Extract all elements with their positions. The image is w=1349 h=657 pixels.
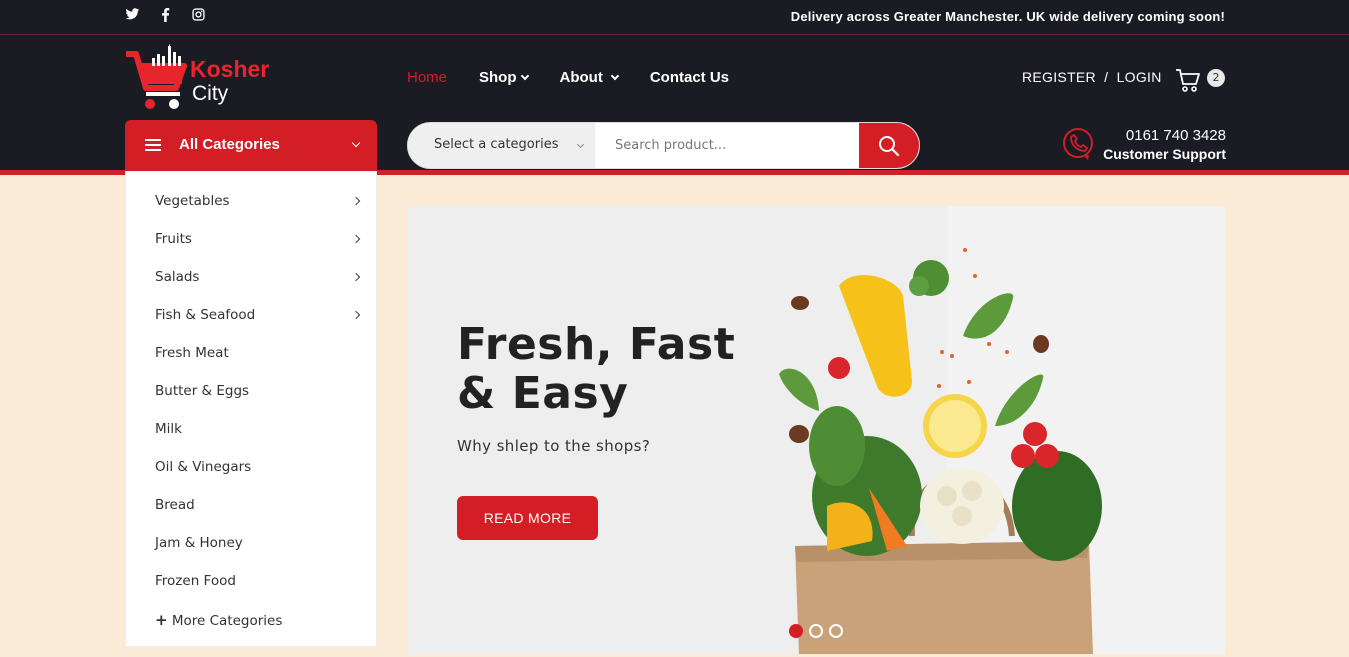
category-label: Oil & Vinegars <box>155 459 252 475</box>
twitter-icon[interactable] <box>124 8 140 24</box>
more-categories-label: More Categories <box>171 613 283 629</box>
category-label: Vegetables <box>155 193 230 209</box>
all-categories-button[interactable]: All Categories <box>125 120 377 171</box>
search-icon <box>879 136 900 157</box>
chevron-right-icon <box>351 234 361 244</box>
social-links <box>124 8 223 24</box>
category-list: Vegetables Fruits Salads Fish & Seafood … <box>125 171 377 647</box>
menu-icon <box>145 139 161 151</box>
logo-text-city: City <box>192 82 229 105</box>
all-categories-label: All Categories <box>179 136 280 153</box>
nav-about-label: About <box>559 69 603 86</box>
category-item-milk[interactable]: Milk <box>155 421 359 443</box>
cart-icon <box>1176 69 1200 92</box>
top-bar: Delivery across Greater Manchester. UK w… <box>0 0 1349 35</box>
support-label: Customer Support <box>1103 146 1226 162</box>
logo-text-kosher: Kosher <box>190 56 270 82</box>
category-label: Milk <box>155 421 182 437</box>
category-label: Fresh Meat <box>155 345 229 361</box>
category-label: Bread <box>155 497 195 513</box>
grocery-bag-image <box>407 206 1225 654</box>
nav-about[interactable]: About <box>559 69 620 86</box>
facebook-icon[interactable] <box>157 8 173 24</box>
category-label: Butter & Eggs <box>155 383 250 399</box>
search-bar: Select a categories <box>407 122 920 169</box>
slider-dot-2[interactable] <box>809 624 823 638</box>
hero-slider: Fresh, Fast & Easy Why shlep to the shop… <box>407 206 1225 654</box>
search-button[interactable] <box>859 123 919 168</box>
chevron-down-icon <box>576 140 585 149</box>
nav-home[interactable]: Home <box>407 69 447 86</box>
main-nav: Home Shop About Contact Us <box>407 69 761 86</box>
phone-support-icon <box>1063 128 1093 160</box>
more-categories-link[interactable]: + More Categories <box>155 611 359 633</box>
category-label: Fruits <box>155 231 192 247</box>
chevron-right-icon <box>351 196 361 206</box>
category-item-jam-honey[interactable]: Jam & Honey <box>155 535 359 557</box>
hero-title-line1: Fresh, Fast <box>457 319 736 370</box>
hero-title-line2: & Easy <box>457 368 629 419</box>
category-item-fruits[interactable]: Fruits <box>155 231 361 253</box>
category-item-oil-vinegars[interactable]: Oil & Vinegars <box>155 459 359 481</box>
category-item-frozen-food[interactable]: Frozen Food <box>155 573 359 595</box>
account-links: REGISTER / LOGIN <box>1020 69 1164 85</box>
login-link[interactable]: LOGIN <box>1117 69 1162 85</box>
chevron-right-icon <box>351 310 361 320</box>
read-more-button[interactable]: READ MORE <box>457 496 598 540</box>
category-select[interactable]: Select a categories <box>408 123 595 168</box>
slider-dot-1[interactable] <box>789 624 803 638</box>
nav-shop[interactable]: Shop <box>479 69 529 86</box>
search-input[interactable] <box>595 123 859 168</box>
chevron-down-icon <box>610 71 620 80</box>
cart-count-badge: 2 <box>1207 69 1225 87</box>
category-label: Jam & Honey <box>155 535 243 551</box>
category-label: Fish & Seafood <box>155 307 256 323</box>
category-label: Frozen Food <box>155 573 236 589</box>
nav-home-label: Home <box>407 69 448 86</box>
nav-contact[interactable]: Contact Us <box>650 69 729 86</box>
category-item-bread[interactable]: Bread <box>155 497 359 519</box>
category-item-salads[interactable]: Salads <box>155 269 361 291</box>
hero-title: Fresh, Fast & Easy <box>457 320 735 418</box>
cart-button[interactable]: 2 <box>1175 66 1225 94</box>
plus-icon: + <box>155 611 168 629</box>
cart-logo-icon <box>126 44 187 109</box>
customer-support: 0161 740 3428 Customer Support <box>1062 127 1226 167</box>
account-separator: / <box>1104 69 1109 85</box>
category-item-fish-seafood[interactable]: Fish & Seafood <box>155 307 361 329</box>
support-phone[interactable]: 0161 740 3428 <box>1126 127 1226 144</box>
hero-subtitle: Why shlep to the shops? <box>457 437 651 455</box>
delivery-notice: Delivery across Greater Manchester. UK w… <box>790 9 1225 24</box>
category-label: Salads <box>155 269 200 285</box>
category-item-fresh-meat[interactable]: Fresh Meat <box>155 345 359 367</box>
chevron-right-icon <box>351 272 361 282</box>
category-item-vegetables[interactable]: Vegetables <box>155 193 361 215</box>
nav-contact-label: Contact Us <box>649 69 730 86</box>
category-select-value: Select a categories <box>434 137 559 152</box>
chevron-down-icon <box>351 138 361 148</box>
instagram-icon[interactable] <box>190 8 206 24</box>
category-item-butter-eggs[interactable]: Butter & Eggs <box>155 383 359 405</box>
slider-dots <box>789 624 843 638</box>
slider-dot-3[interactable] <box>829 624 843 638</box>
site-logo[interactable]: Kosher City <box>124 44 284 114</box>
nav-shop-label: Shop <box>479 69 517 86</box>
chevron-down-icon <box>520 71 529 80</box>
register-link[interactable]: REGISTER <box>1022 69 1096 85</box>
